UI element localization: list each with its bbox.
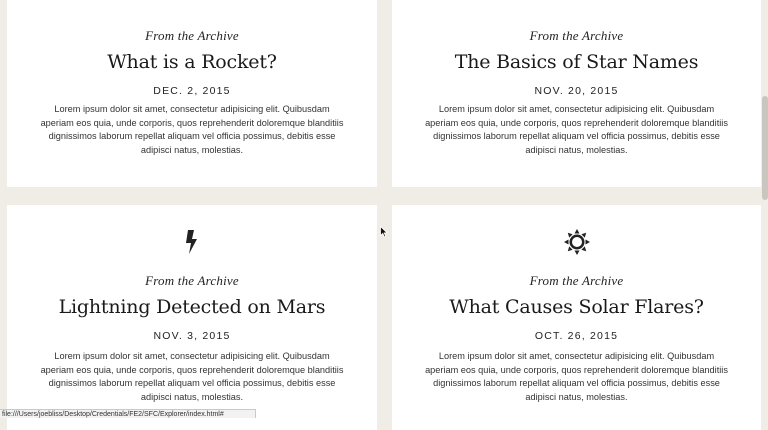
card-title[interactable]: What Causes Solar Flares?	[392, 296, 761, 318]
card-kicker: From the Archive	[529, 28, 624, 43]
card-date: NOV. 20, 2015	[534, 85, 619, 97]
card-title[interactable]: What is a Rocket?	[7, 51, 377, 73]
card-title[interactable]: Lightning Detected on Mars	[7, 296, 377, 318]
article-grid: From the Archive What is a Rocket? DEC. …	[0, 0, 768, 430]
card-date: NOV. 3, 2015	[153, 330, 231, 342]
article-card[interactable]: From the Archive What is a Rocket? DEC. …	[7, 0, 377, 187]
card-kicker: From the Archive	[145, 28, 239, 43]
card-excerpt: Lorem ipsum dolor sit amet, consectetur …	[425, 104, 728, 155]
lightning-bolt-icon	[186, 230, 197, 254]
link-status-bar: file:///Users/joebliss/Desktop/Credentia…	[0, 409, 256, 418]
card-excerpt: Lorem ipsum dolor sit amet, consectetur …	[40, 351, 344, 402]
article-card[interactable]: From the Archive What Causes Solar Flare…	[392, 205, 761, 430]
mouse-cursor-icon	[380, 226, 388, 238]
scrollbar-thumb[interactable]	[762, 96, 768, 200]
article-card[interactable]: From the Archive Lightning Detected on M…	[7, 205, 377, 430]
sun-icon	[563, 229, 590, 255]
card-date: OCT. 26, 2015	[534, 330, 619, 342]
card-excerpt: Lorem ipsum dolor sit amet, consectetur …	[425, 351, 728, 402]
article-card[interactable]: From the Archive The Basics of Star Name…	[392, 0, 761, 187]
card-kicker: From the Archive	[529, 273, 624, 288]
card-title[interactable]: The Basics of Star Names	[392, 51, 761, 73]
card-date: DEC. 2, 2015	[153, 85, 231, 97]
card-excerpt: Lorem ipsum dolor sit amet, consectetur …	[40, 104, 344, 155]
card-kicker: From the Archive	[145, 273, 239, 288]
